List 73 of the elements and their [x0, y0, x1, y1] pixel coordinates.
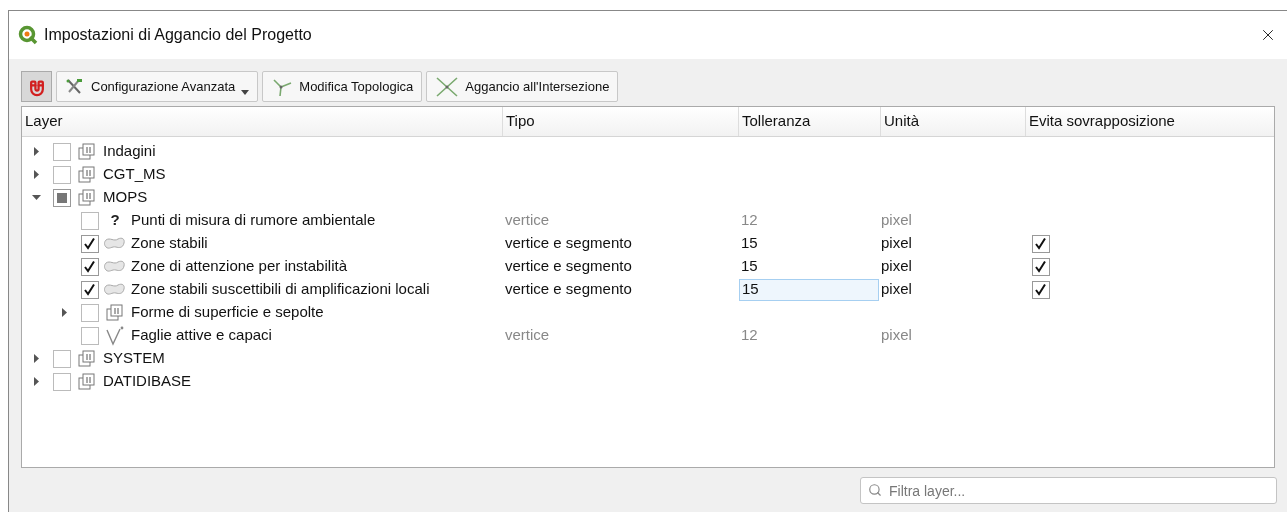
unit-cell: pixel	[881, 326, 912, 344]
collapse-arrow-icon[interactable]	[32, 193, 41, 202]
tolerance-cell[interactable]: 12	[739, 324, 879, 347]
tools-icon	[65, 77, 85, 96]
topology-icon	[271, 76, 294, 97]
layer-name: Forme di superficie e sepolte	[131, 302, 324, 323]
layer-name: Zone di attenzione per instabilità	[131, 256, 347, 277]
polygon-layer-icon	[104, 236, 126, 251]
layer-name: Faglie attive e capaci	[131, 325, 272, 346]
column-header[interactable]: Tipo	[506, 110, 535, 133]
layer-checkbox[interactable]	[53, 349, 71, 368]
snap-type: vertice e segmento	[505, 234, 632, 252]
tolerance-cell[interactable]: 15	[739, 278, 879, 301]
expand-arrow-icon[interactable]	[32, 377, 41, 386]
toolbar-button[interactable]: Configurazione Avanzata	[56, 71, 259, 102]
layer-checkbox[interactable]	[53, 165, 71, 184]
tolerance-cell[interactable]: 15	[739, 255, 879, 278]
layer-group-icon	[78, 349, 96, 368]
layer-name: Zone stabili	[131, 233, 208, 254]
unit-cell: pixel	[881, 280, 912, 298]
layer-group-icon	[106, 303, 124, 322]
filter-field[interactable]: Filtra layer...	[860, 477, 1277, 504]
unit-cell: pixel	[881, 234, 912, 252]
avoid-overlap-checkbox[interactable]	[1032, 280, 1050, 299]
layer-name: MOPS	[103, 187, 148, 208]
tolerance-cell[interactable]: 15	[739, 232, 879, 255]
toolbar-button[interactable]: Modifica Topologica	[262, 71, 423, 102]
avoid-overlap-checkbox[interactable]	[1032, 257, 1050, 276]
snapping-toggle-button[interactable]	[21, 71, 52, 102]
column-header[interactable]: Layer	[25, 110, 63, 133]
expand-arrow-icon[interactable]	[32, 354, 41, 363]
layer-checkbox[interactable]	[53, 372, 71, 391]
avoid-overlap-checkbox[interactable]	[1032, 234, 1050, 253]
layer-group-icon	[78, 188, 96, 207]
layer-checkbox[interactable]	[81, 257, 99, 276]
column-header[interactable]: Evita sovrapposizione	[1029, 110, 1175, 133]
layer-name: DATIDIBASE	[103, 371, 192, 392]
unit-cell: pixel	[881, 211, 912, 229]
snap-type: vertice e segmento	[505, 280, 632, 298]
layer-name: Zone stabili suscettibili di amplificazioni locali	[131, 279, 430, 300]
snap-type: vertice	[505, 326, 550, 344]
layer-checkbox[interactable]	[53, 188, 71, 207]
line-layer-icon	[105, 325, 125, 346]
snap-type: vertice e segmento	[505, 257, 632, 275]
layer-group-icon	[78, 165, 96, 184]
column-header[interactable]: Unità	[884, 110, 920, 133]
layer-name: Indagini	[103, 141, 156, 162]
app-logo-icon	[18, 25, 38, 45]
tolerance-cell[interactable]: 12	[739, 209, 879, 232]
polygon-layer-icon	[104, 259, 126, 274]
layer-checkbox[interactable]	[53, 142, 71, 161]
search-icon	[868, 483, 882, 497]
layer-name: CGT_MS	[103, 164, 166, 185]
polygon-layer-icon	[104, 282, 126, 297]
snap-type: vertice	[505, 211, 550, 229]
window-title: Impostazioni di Aggancio del Progetto	[44, 25, 312, 45]
intersection-icon	[435, 75, 460, 98]
layer-checkbox[interactable]	[81, 211, 99, 230]
unit-cell: pixel	[881, 257, 912, 275]
layer-checkbox[interactable]	[81, 280, 99, 299]
layer-name: SYSTEM	[103, 348, 165, 369]
layer-name: Punti di misura di rumore ambientale	[131, 210, 376, 231]
layer-group-icon	[78, 372, 96, 391]
layer-checkbox[interactable]	[81, 326, 99, 345]
layer-group-icon	[78, 142, 96, 161]
expand-arrow-icon[interactable]	[60, 308, 69, 317]
layer-type-glyph: ?	[109, 210, 121, 231]
expand-arrow-icon[interactable]	[32, 147, 41, 156]
toolbar-button[interactable]: Aggancio all'Intersezione	[426, 71, 619, 102]
layer-checkbox[interactable]	[81, 234, 99, 253]
layer-checkbox[interactable]	[81, 303, 99, 322]
column-header[interactable]: Tolleranza	[742, 110, 811, 133]
expand-arrow-icon[interactable]	[32, 170, 41, 179]
